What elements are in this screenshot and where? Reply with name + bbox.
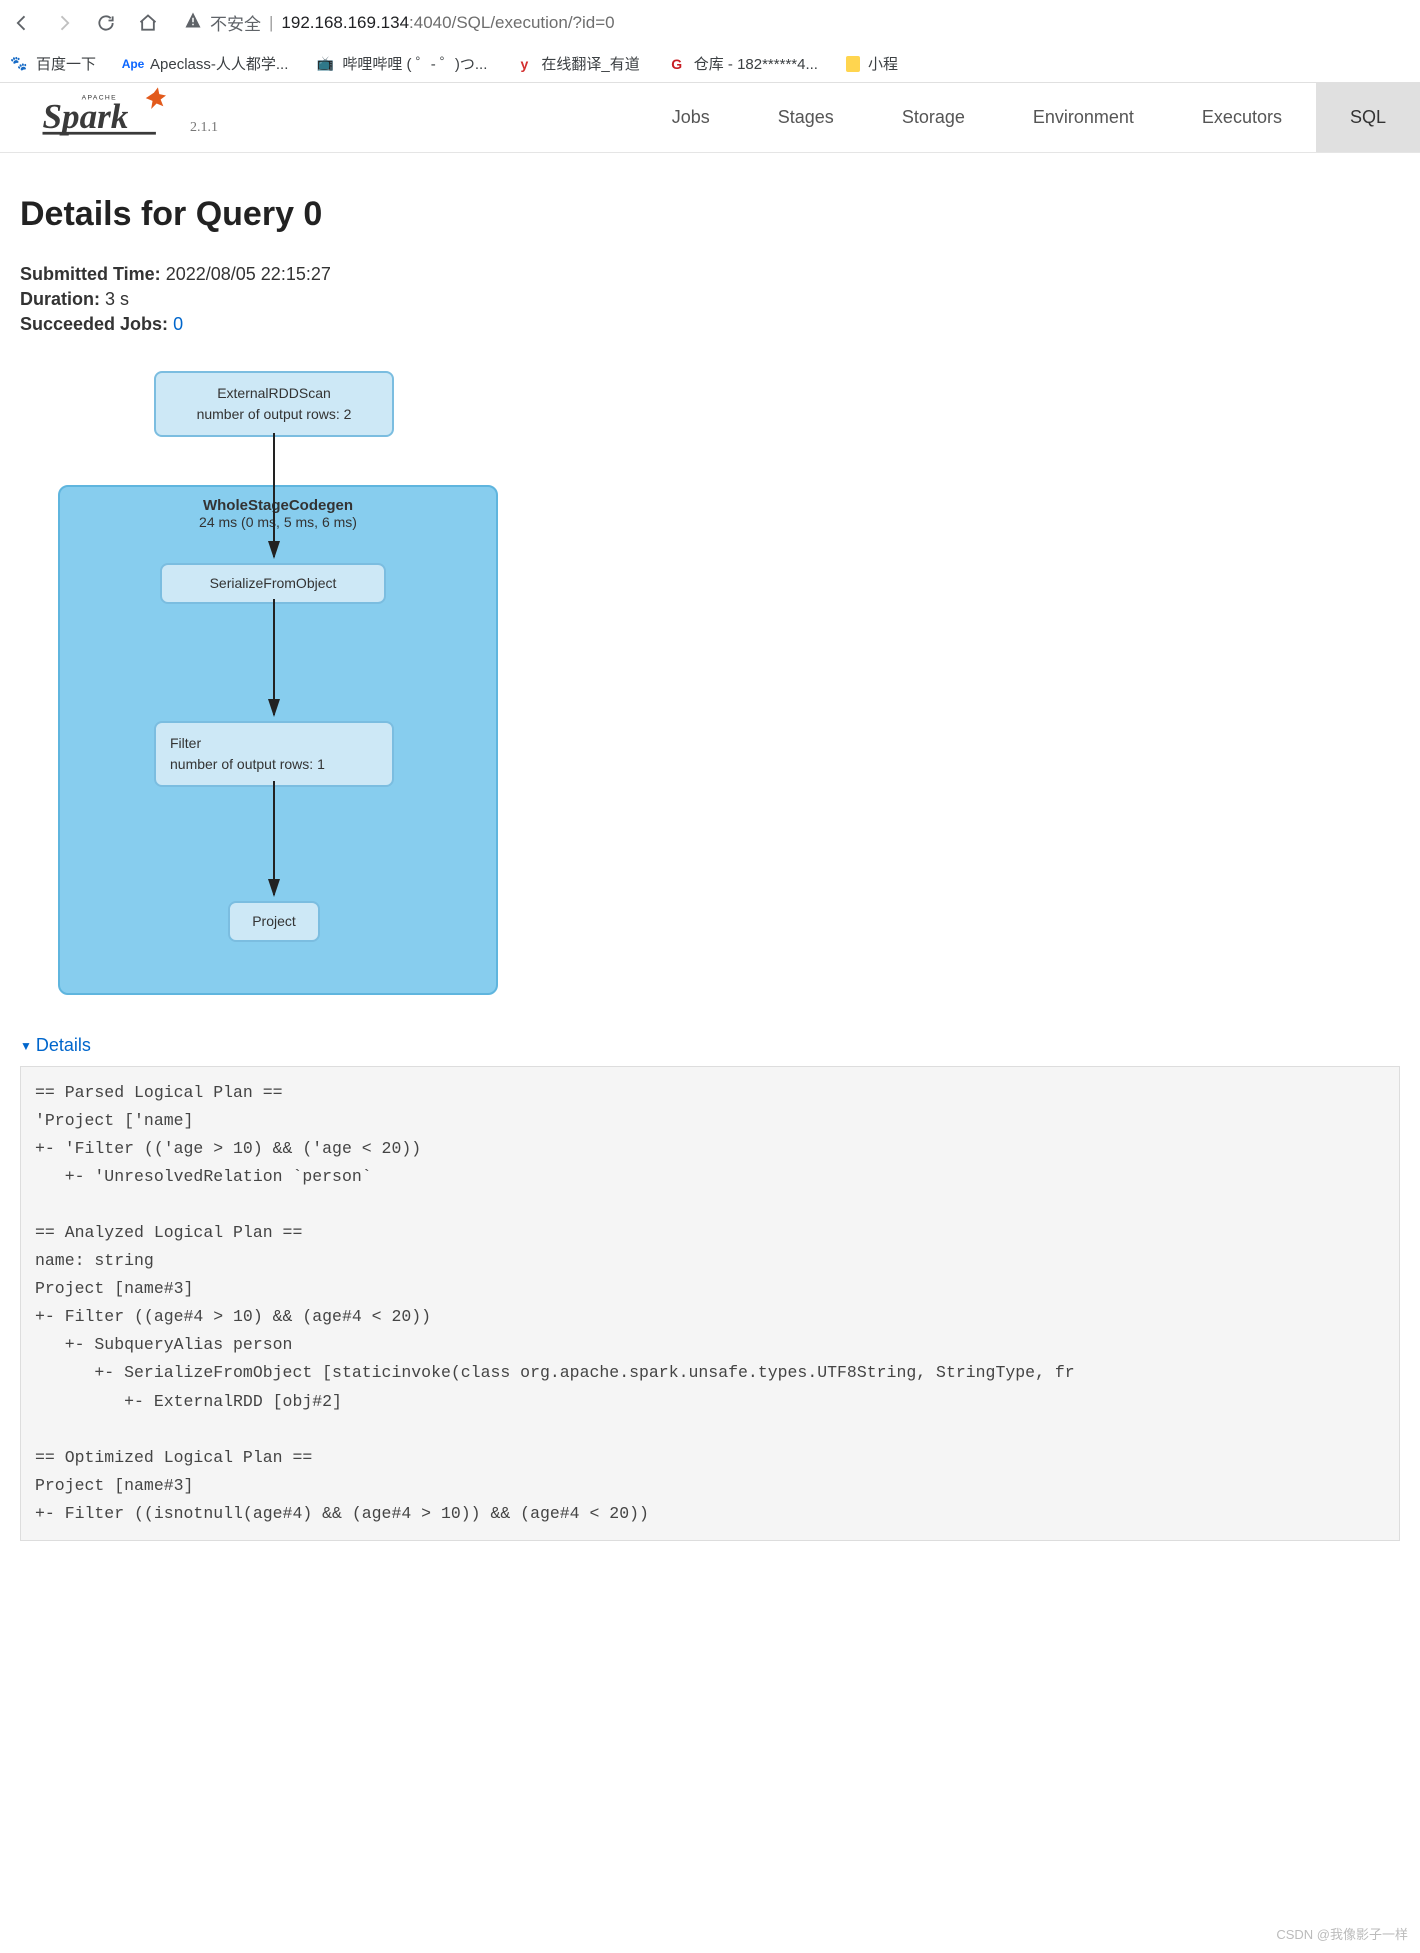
tab-sql[interactable]: SQL bbox=[1316, 83, 1420, 152]
doc-icon bbox=[846, 56, 860, 72]
spark-tabs: Jobs Stages Storage Environment Executor… bbox=[638, 83, 1420, 152]
forward-button[interactable] bbox=[50, 9, 78, 37]
browser-chrome: 不安全 | 192.168.169.134:4040/SQL/execution… bbox=[0, 0, 1420, 83]
url-text: 192.168.169.134:4040/SQL/execution/?id=0 bbox=[281, 13, 614, 33]
insecure-label: 不安全 bbox=[210, 10, 261, 35]
back-button[interactable] bbox=[8, 9, 36, 37]
query-plan: == Parsed Logical Plan == 'Project ['nam… bbox=[20, 1066, 1400, 1541]
paw-icon: 🐾 bbox=[10, 55, 28, 73]
bookmark-apeclass[interactable]: Ape Apeclass-人人都学... bbox=[124, 53, 288, 74]
gitee-icon: G bbox=[668, 55, 686, 73]
main-content: Details for Query 0 Submitted Time: 2022… bbox=[0, 153, 1420, 1541]
tab-stages[interactable]: Stages bbox=[744, 83, 868, 152]
details-toggle[interactable]: ▼ Details bbox=[20, 1035, 1400, 1056]
reload-button[interactable] bbox=[92, 9, 120, 37]
submitted-time: Submitted Time: 2022/08/05 22:15:27 bbox=[20, 264, 1400, 285]
insecure-icon bbox=[184, 11, 202, 34]
dag-stage-codegen[interactable]: WholeStageCodegen 24 ms (0 ms, 5 ms, 6 m… bbox=[58, 485, 498, 995]
spark-header: APACHE Spark 2.1.1 Jobs Stages Storage E… bbox=[0, 83, 1420, 153]
tab-jobs[interactable]: Jobs bbox=[638, 83, 744, 152]
bookmarks-bar: 🐾 百度一下 Ape Apeclass-人人都学... 📺 哔哩哔哩 ( ゜- … bbox=[0, 45, 1420, 82]
caret-down-icon: ▼ bbox=[20, 1039, 32, 1053]
bookmark-gitee[interactable]: G 仓库 - 182******4... bbox=[668, 53, 818, 74]
bookmark-miniprog[interactable]: 小程 bbox=[846, 53, 898, 74]
home-button[interactable] bbox=[134, 9, 162, 37]
watermark: CSDN @我像影子一样 bbox=[1276, 1924, 1408, 1943]
tab-environment[interactable]: Environment bbox=[999, 83, 1168, 152]
dag-visualization: ExternalRDDScan number of output rows: 2… bbox=[58, 371, 1400, 1011]
page-title: Details for Query 0 bbox=[20, 195, 1400, 234]
youdao-icon: y bbox=[515, 55, 533, 73]
tab-executors[interactable]: Executors bbox=[1168, 83, 1316, 152]
ape-icon: Ape bbox=[124, 55, 142, 73]
spark-logo[interactable]: APACHE Spark 2.1.1 bbox=[0, 86, 248, 152]
url-row: 不安全 | 192.168.169.134:4040/SQL/execution… bbox=[0, 0, 1420, 45]
bilibili-icon: 📺 bbox=[316, 55, 334, 73]
url-bar[interactable]: 不安全 | 192.168.169.134:4040/SQL/execution… bbox=[176, 6, 1412, 39]
spark-version: 2.1.1 bbox=[180, 120, 218, 140]
bookmark-baidu[interactable]: 🐾 百度一下 bbox=[10, 53, 96, 74]
tab-storage[interactable]: Storage bbox=[868, 83, 999, 152]
duration: Duration: 3 s bbox=[20, 289, 1400, 310]
bookmark-bilibili[interactable]: 📺 哔哩哔哩 ( ゜- ゜)つ... bbox=[316, 53, 487, 74]
dag-node-serialize[interactable]: SerializeFromObject bbox=[160, 563, 386, 604]
succeeded-jobs: Succeeded Jobs: 0 bbox=[20, 314, 1400, 335]
dag-node-externalrddscan[interactable]: ExternalRDDScan number of output rows: 2 bbox=[154, 371, 394, 437]
svg-text:Spark: Spark bbox=[43, 97, 129, 136]
dag-node-filter[interactable]: Filter number of output rows: 1 bbox=[154, 721, 394, 787]
dag-node-project[interactable]: Project bbox=[228, 901, 320, 942]
bookmark-youdao[interactable]: y 在线翻译_有道 bbox=[515, 53, 639, 74]
succeeded-job-link[interactable]: 0 bbox=[173, 314, 183, 334]
